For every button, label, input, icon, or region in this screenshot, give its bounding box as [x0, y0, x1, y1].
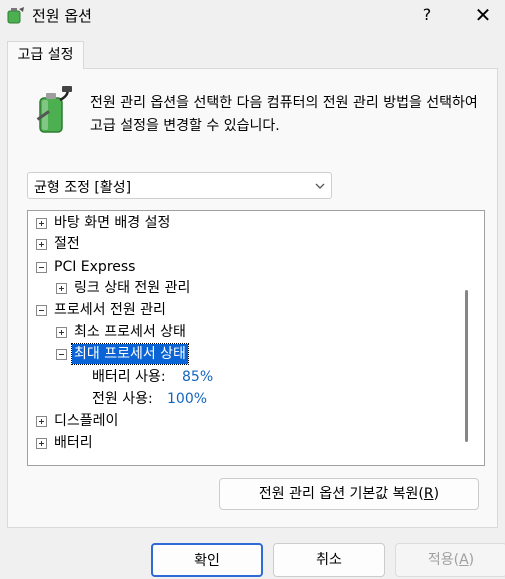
power-options-icon	[7, 7, 24, 24]
collapse-icon[interactable]	[56, 349, 67, 360]
expand-icon[interactable]	[36, 438, 47, 449]
battery-plug-icon	[36, 86, 72, 133]
plugged-in-label: 전원 사용:	[92, 391, 153, 407]
apply-button[interactable]: 적용(A)	[395, 543, 505, 577]
collapse-icon[interactable]	[36, 305, 47, 316]
tab-advanced-settings[interactable]: 고급 설정	[7, 41, 84, 69]
tree-item-label: 링크 상태 전원 관리	[74, 280, 191, 296]
settings-tree[interactable]: 바탕 화면 배경 설정 절전 PCI Express 링크 상태 전원 관리 프…	[27, 210, 485, 466]
restore-accesskey: R	[423, 486, 434, 502]
expand-icon[interactable]	[36, 416, 47, 427]
tree-item-label: 배터리	[54, 435, 93, 451]
expand-icon[interactable]	[36, 239, 47, 250]
tree-item-label: 절전	[54, 236, 80, 252]
expand-icon[interactable]	[36, 218, 47, 229]
restore-label-end: )	[433, 486, 440, 502]
ok-button[interactable]: 확인	[151, 543, 263, 577]
tree-item-label: 최대 프로세서 상태	[71, 343, 189, 365]
help-button[interactable]: ?	[410, 2, 444, 28]
close-button[interactable]: ✕	[466, 2, 500, 28]
power-plan-dropdown[interactable]: 균형 조정 [활성]	[27, 172, 332, 199]
apply-label: 적용(	[427, 552, 460, 568]
apply-accesskey: A	[459, 552, 469, 568]
tree-item-label: 프로세서 전원 관리	[54, 302, 166, 318]
plugged-in-value[interactable]: 100%	[167, 389, 207, 409]
restore-label: 전원 관리 옵션 기본값 복원(	[258, 486, 424, 502]
collapse-icon[interactable]	[36, 262, 47, 273]
on-battery-value[interactable]: 85%	[182, 367, 213, 387]
tree-item-label: PCI Express	[54, 259, 136, 275]
chevron-down-icon	[315, 183, 325, 189]
power-plan-value: 균형 조정 [활성]	[34, 180, 132, 196]
tree-item-label: 디스플레이	[54, 413, 119, 429]
expand-icon[interactable]	[56, 327, 67, 338]
expand-icon[interactable]	[56, 283, 67, 294]
title-bar: 전원 옵션 ? ✕	[0, 0, 505, 30]
tree-item-label: 최소 프로세서 상태	[74, 324, 186, 340]
apply-label-end: )	[468, 552, 475, 568]
description-text: 전원 관리 옵션을 선택한 다음 컴퓨터의 전원 관리 방법을 선택하여 고급 …	[90, 95, 478, 134]
window-title: 전원 옵션	[32, 7, 92, 25]
on-battery-label: 배터리 사용:	[92, 369, 166, 385]
restore-defaults-button[interactable]: 전원 관리 옵션 기본값 복원(R)	[219, 478, 479, 510]
tree-scrollbar[interactable]	[465, 290, 468, 442]
cancel-button[interactable]: 취소	[273, 543, 385, 577]
tree-item-label: 바탕 화면 배경 설정	[54, 215, 171, 231]
